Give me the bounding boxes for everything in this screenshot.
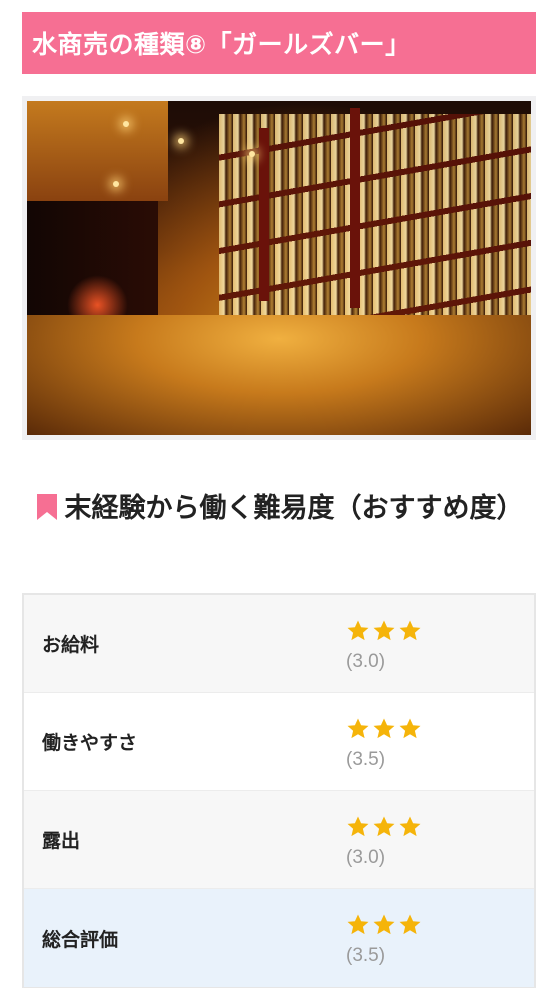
star-rating (346, 715, 534, 743)
star-icon (373, 718, 395, 738)
rating-score: (3.0) (346, 846, 386, 868)
star-icon (399, 718, 421, 738)
photo-lamp (122, 121, 129, 128)
rating-label: 総合評価 (42, 928, 119, 951)
photo-frame (22, 96, 536, 440)
star-icon (373, 816, 395, 836)
rating-value: (3.0) (346, 595, 534, 692)
photo-counter (27, 314, 531, 435)
photo-lamp (178, 137, 185, 144)
rating-label: お給料 (42, 634, 100, 656)
rating-score: (3.5) (346, 945, 386, 966)
rating-label: 露出 (42, 830, 81, 852)
star-icon (399, 816, 421, 836)
photo-ceiling (27, 101, 169, 202)
bar-interior-photo (27, 101, 531, 435)
bookmark-icon (36, 494, 57, 520)
star-icon (399, 914, 421, 935)
rating-table: お給料 (3.0) 働きやすさ (3.5) 露出 (3.0) 総合評価 (3.5… (22, 593, 536, 988)
rating-score: (3.5) (346, 748, 386, 770)
star-icon (373, 914, 395, 935)
photo-pillar (258, 127, 269, 302)
rating-label: 働きやすさ (42, 732, 138, 754)
page: 水商売の種類⑧「ガールズバー」 末経験から働く難易度（おすすめ度） お給料 (3… (0, 0, 558, 999)
star-rating (346, 617, 534, 645)
photo-lamp (248, 151, 255, 158)
star-icon (373, 620, 395, 640)
star-icon (347, 620, 369, 640)
section-heading-text: 末経験から働く難易度（おすすめ度） (64, 493, 524, 524)
rating-row: お給料 (3.0) (24, 595, 534, 693)
rating-value: (3.0) (346, 791, 534, 888)
photo-lamp (112, 181, 119, 188)
rating-row-total: 総合評価 (3.5) (24, 889, 534, 987)
rating-row: 露出 (3.0) (24, 791, 534, 889)
star-icon (347, 816, 369, 836)
star-rating (346, 813, 534, 841)
photo-pillar (349, 107, 360, 309)
star-icon (347, 914, 369, 935)
title-bar: 水商売の種類⑧「ガールズバー」 (22, 12, 536, 74)
page-title: 水商売の種類⑧「ガールズバー」 (32, 30, 411, 59)
rating-row: 働きやすさ (3.5) (24, 693, 534, 791)
rating-value: (3.5) (346, 693, 534, 790)
rating-value: (3.5) (346, 889, 534, 987)
star-icon (399, 620, 421, 640)
section-heading: 末経験から働く難易度（おすすめ度） (30, 484, 530, 534)
rating-score: (3.0) (346, 650, 386, 672)
star-rating (346, 911, 534, 939)
star-icon (347, 718, 369, 738)
